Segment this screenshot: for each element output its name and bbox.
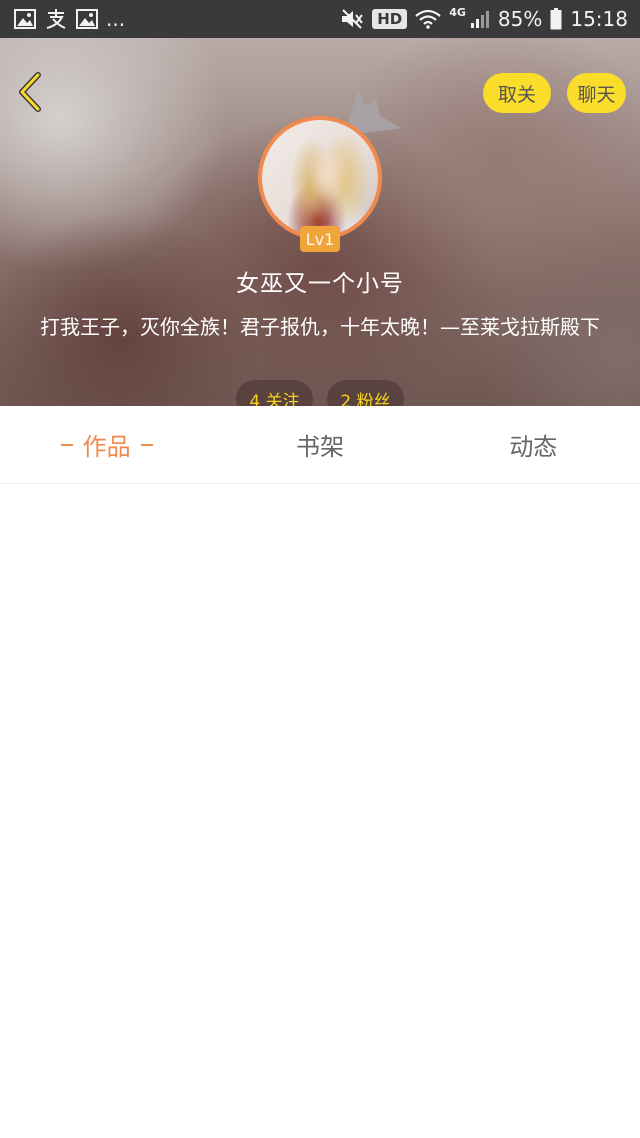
image-icon	[76, 9, 98, 29]
clock: 15:18	[570, 7, 628, 31]
level-badge: Lv1	[300, 226, 340, 252]
mute-icon	[340, 8, 364, 30]
back-button[interactable]	[10, 70, 50, 114]
profile-header: 取关 聊天 Lv1 女巫又一个小号 打我王子，灭你全族！君子报仇，十年太晚！—至…	[0, 38, 640, 406]
status-bar: ... HD 4G 85% 15:18	[0, 0, 640, 38]
tab-indicator-left	[60, 443, 73, 446]
network-type-label: 4G	[449, 5, 466, 19]
signal-icon	[470, 9, 490, 29]
avatar[interactable]	[258, 116, 382, 240]
username: 女巫又一个小号	[236, 271, 404, 297]
chevron-left-icon	[19, 72, 41, 112]
image-icon	[14, 9, 36, 29]
tab-works[interactable]: 作品	[0, 406, 213, 483]
tab-bookshelf[interactable]: 书架	[213, 406, 426, 483]
tab-indicator-right	[140, 443, 153, 446]
wifi-icon	[415, 9, 441, 29]
alipay-icon	[44, 8, 68, 30]
tab-bar: 作品 书架 动态	[0, 406, 640, 484]
more-notifications-indicator: ...	[106, 7, 126, 31]
status-right-icons: HD 4G 85% 15:18	[340, 5, 628, 31]
chat-button[interactable]: 聊天	[567, 73, 626, 113]
unfollow-button[interactable]: 取关	[483, 73, 551, 113]
followers-count-button[interactable]: 2 粉丝	[327, 380, 404, 406]
tab-activity[interactable]: 动态	[427, 406, 640, 483]
status-left-icons: ...	[14, 7, 125, 31]
following-count-button[interactable]: 4 关注	[236, 380, 313, 406]
tab-activity-label: 动态	[509, 433, 558, 461]
user-signature: 打我王子，灭你全族！君子报仇，十年太晚！—至莱戈拉斯殿下	[40, 315, 600, 339]
battery-icon	[550, 8, 562, 30]
battery-percent: 85%	[497, 7, 543, 31]
hd-badge: HD	[372, 9, 408, 29]
tab-works-label: 作品	[82, 433, 131, 461]
tab-content-area	[0, 485, 640, 1138]
tab-bookshelf-label: 书架	[295, 433, 344, 461]
